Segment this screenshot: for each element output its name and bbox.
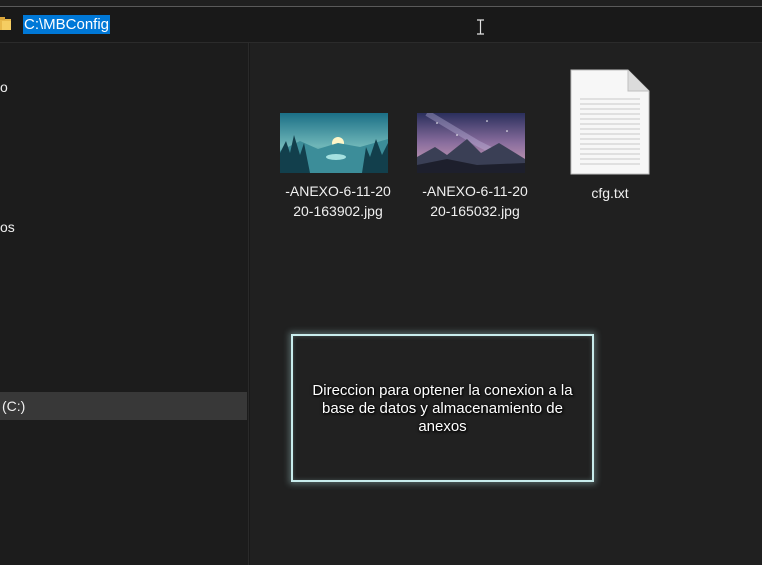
file-name-line: 20-165032.jpg (430, 203, 520, 219)
file-item[interactable]: cfg.txt (550, 67, 670, 227)
window-top-edge (0, 0, 762, 7)
file-name-line: 20-163902.jpg (293, 203, 383, 219)
file-name-line: -ANEXO-6-11-20 (285, 183, 391, 199)
sidebar-item-label: (C:) (2, 398, 26, 414)
folder-icon (0, 17, 11, 30)
file-list-area[interactable]: -ANEXO-6-11-20 20-163902.jpg -ANEXO-6-11… (250, 43, 762, 565)
file-name: cfg.txt (545, 183, 675, 203)
file-name: -ANEXO-6-11-20 20-163902.jpg (273, 181, 403, 221)
file-name-line: -ANEXO-6-11-20 (422, 183, 528, 199)
text-cursor-icon (477, 19, 484, 35)
image-thumbnail (280, 113, 388, 173)
address-path-input[interactable]: C:\MBConfig (23, 15, 111, 34)
navigation-pane[interactable]: o os (C:) (0, 43, 249, 565)
file-item[interactable]: -ANEXO-6-11-20 20-165032.jpg (415, 103, 535, 233)
annotation-text: Direccion para optener la conexion a la … (312, 382, 573, 435)
sidebar-item-partial-1[interactable]: o (0, 79, 8, 95)
sidebar-item-partial-2[interactable]: os (0, 219, 15, 235)
sidebar-item-drive-c[interactable]: (C:) (0, 392, 247, 420)
annotation-box: Direccion para optener la conexion a la … (291, 334, 594, 482)
text-file-icon (570, 69, 650, 175)
image-thumbnail (417, 113, 525, 173)
file-name: -ANEXO-6-11-20 20-165032.jpg (410, 181, 540, 221)
file-name-line: cfg.txt (591, 185, 629, 201)
file-item[interactable]: -ANEXO-6-11-20 20-163902.jpg (278, 103, 398, 233)
address-bar[interactable]: C:\MBConfig (0, 7, 762, 43)
